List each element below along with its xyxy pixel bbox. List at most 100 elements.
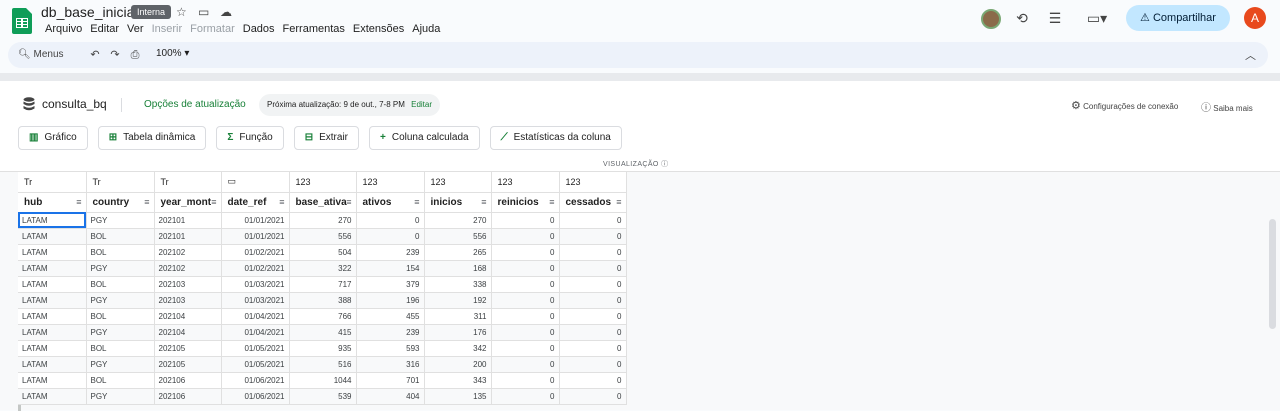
table-cell[interactable]: PGY [86,388,155,405]
edit-schedule-link[interactable]: Editar [411,100,432,109]
table-cell[interactable]: 343 [424,372,492,389]
column-header[interactable]: inicios ≡ [424,192,492,213]
table-cell[interactable]: 0 [559,212,627,229]
table-cell[interactable]: PGY [86,324,155,341]
table-cell[interactable]: 202101 [154,228,222,245]
table-cell[interactable]: BOL [86,244,155,261]
table-cell[interactable]: BOL [86,308,155,325]
print-icon[interactable]: ⎙ [128,48,142,62]
pivot-table-button[interactable]: ⊞ Tabela dinâmica [97,126,207,150]
table-cell[interactable]: 176 [424,324,492,341]
function-button[interactable]: Σ Função [216,126,284,150]
menu-arquivo[interactable]: Arquivo [41,23,86,35]
info-icon[interactable]: ⓘ [661,161,668,168]
table-cell[interactable]: 0 [491,276,560,293]
filter-icon[interactable]: ≡ [211,197,216,207]
learn-more-link[interactable]: ⓘ Saiba mais [1201,99,1253,114]
table-cell[interactable]: 404 [356,388,425,405]
table-cell[interactable]: 192 [424,292,492,309]
table-cell[interactable]: 265 [424,244,492,261]
zoom-select[interactable]: 100% ▾ [156,48,189,59]
table-cell[interactable]: 0 [491,260,560,277]
cloud-status-icon[interactable]: ☁ [220,6,234,18]
table-cell[interactable]: PGY [86,292,155,309]
table-cell[interactable]: LATAM [18,372,87,389]
history-icon[interactable]: ⟲ [1014,10,1030,26]
table-cell[interactable]: 556 [289,228,357,245]
connection-name[interactable]: consulta_bq [42,97,107,111]
table-cell[interactable]: 202106 [154,388,222,405]
table-cell[interactable]: 01/02/2021 [221,244,290,261]
table-cell[interactable]: LATAM [18,324,87,341]
table-cell[interactable]: 0 [491,372,560,389]
table-cell[interactable]: 135 [424,388,492,405]
filter-icon[interactable]: ≡ [549,197,554,207]
filter-icon[interactable]: ≡ [279,197,284,207]
menu-ver[interactable]: Ver [123,23,148,35]
table-cell[interactable]: 01/02/2021 [221,260,290,277]
table-cell[interactable]: 701 [356,372,425,389]
table-cell[interactable]: 01/01/2021 [221,212,290,229]
table-cell[interactable]: 01/04/2021 [221,324,290,341]
filter-icon[interactable]: ≡ [414,197,419,207]
column-stats-button[interactable]: ⟋ Estatísticas da coluna [489,126,622,150]
table-cell[interactable]: 0 [491,388,560,405]
collaborator-avatar[interactable] [981,9,1001,29]
table-cell[interactable]: 516 [289,356,357,373]
table-cell[interactable]: 342 [424,340,492,357]
table-cell[interactable]: PGY [86,356,155,373]
table-cell[interactable]: 01/03/2021 [221,292,290,309]
table-cell[interactable]: 0 [491,308,560,325]
sheets-logo-icon[interactable] [12,8,32,34]
column-header[interactable]: reinicios ≡ [491,192,560,213]
menu-ferramentas[interactable]: Ferramentas [279,23,349,35]
column-header[interactable]: ativos ≡ [356,192,425,213]
table-cell[interactable]: 202102 [154,260,222,277]
table-cell[interactable]: 168 [424,260,492,277]
table-cell[interactable]: 239 [356,324,425,341]
table-cell[interactable]: PGY [86,260,155,277]
filter-icon[interactable]: ≡ [616,197,621,207]
meet-icon[interactable]: ▭▾ [1083,10,1111,26]
chart-button[interactable]: ▥ Gráfico [18,126,88,150]
menu-ajuda[interactable]: Ajuda [408,23,444,35]
table-cell[interactable]: BOL [86,340,155,357]
table-cell[interactable]: 338 [424,276,492,293]
table-cell[interactable]: 196 [356,292,425,309]
redo-icon[interactable]: ↷ [108,48,122,62]
star-icon[interactable]: ☆ [176,6,190,18]
table-cell[interactable]: 0 [559,372,627,389]
menu-dados[interactable]: Dados [239,23,279,35]
document-title[interactable]: db_base_inicial [41,4,138,20]
menu-inserir[interactable]: Inserir [148,23,187,35]
collapse-menus-icon[interactable]: ︿ [1245,47,1256,63]
share-button[interactable]: ⚠ Compartilhar [1126,5,1230,31]
table-cell[interactable]: LATAM [18,308,87,325]
table-cell[interactable]: 01/05/2021 [221,340,290,357]
user-avatar[interactable]: A [1244,7,1266,29]
table-cell[interactable]: BOL [86,276,155,293]
column-header[interactable]: base_ativa ≡ [289,192,357,213]
extract-button[interactable]: ⊟ Extrair [293,126,360,150]
table-cell[interactable]: 0 [491,324,560,341]
table-cell[interactable]: 504 [289,244,357,261]
table-cell[interactable]: LATAM [18,292,87,309]
table-cell[interactable]: 200 [424,356,492,373]
undo-icon[interactable]: ↶ [88,48,102,62]
table-cell[interactable]: 1044 [289,372,357,389]
table-cell[interactable]: 01/05/2021 [221,356,290,373]
table-cell[interactable]: 0 [559,292,627,309]
table-cell[interactable]: 0 [491,244,560,261]
table-cell[interactable]: 01/01/2021 [221,228,290,245]
column-header[interactable]: year_mont ≡ [154,192,222,213]
table-cell[interactable]: 202106 [154,372,222,389]
calculated-column-button[interactable]: + Coluna calculada [369,126,480,150]
table-cell[interactable]: 0 [559,276,627,293]
comments-icon[interactable]: ☰ [1047,10,1063,26]
column-header[interactable]: country ≡ [86,192,155,213]
table-cell[interactable]: BOL [86,372,155,389]
table-cell[interactable]: BOL [86,228,155,245]
connection-settings-button[interactable]: ⚙ Configurações de conexão [1071,99,1178,112]
table-cell[interactable]: 0 [559,308,627,325]
table-cell[interactable]: 539 [289,388,357,405]
